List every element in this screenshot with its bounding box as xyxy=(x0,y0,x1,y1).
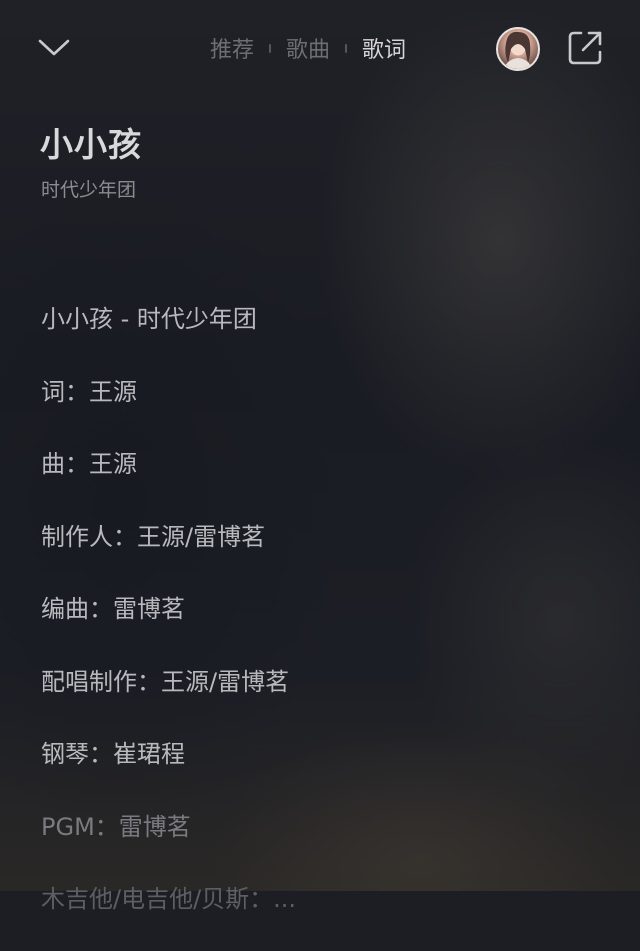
song-title: 小小孩 xyxy=(40,125,142,164)
lyric-line[interactable]: 词：王源 xyxy=(41,371,621,444)
song-artist[interactable]: 时代少年团 xyxy=(41,175,136,202)
lyric-line[interactable]: 钢琴：崔珺程 xyxy=(41,733,621,806)
lyrics-list: 小小孩 - 时代少年团 词：王源 曲：王源 制作人：王源/雷博茗 编曲：雷博茗 … xyxy=(41,298,621,951)
lyric-line[interactable]: 木吉他/电吉他/贝斯：... xyxy=(41,878,621,951)
tab-song[interactable]: 歌曲 xyxy=(286,32,330,64)
collapse-button[interactable] xyxy=(34,30,74,66)
lyric-line[interactable]: 配唱制作：王源/雷博茗 xyxy=(41,661,621,734)
lyric-line[interactable]: 编曲：雷博茗 xyxy=(41,588,621,661)
tab-bar: 推荐 歌曲 歌词 xyxy=(210,30,406,66)
tab-lyrics[interactable]: 歌词 xyxy=(362,32,406,64)
tab-divider xyxy=(345,43,348,53)
tab-recommend[interactable]: 推荐 xyxy=(210,32,254,64)
lyric-line[interactable]: 小小孩 - 时代少年团 xyxy=(41,298,621,371)
lyric-line[interactable]: PGM：雷博茗 xyxy=(41,806,621,879)
user-avatar[interactable] xyxy=(496,27,540,71)
tab-divider xyxy=(269,43,272,53)
share-button[interactable] xyxy=(566,29,604,67)
share-external-icon xyxy=(568,31,602,65)
chevron-down-icon xyxy=(38,39,70,56)
lyric-line[interactable]: 制作人：王源/雷博茗 xyxy=(41,516,621,589)
avatar-portrait-icon xyxy=(504,31,532,69)
top-bar: 推荐 歌曲 歌词 xyxy=(0,0,640,96)
lyric-line[interactable]: 曲：王源 xyxy=(41,443,621,516)
